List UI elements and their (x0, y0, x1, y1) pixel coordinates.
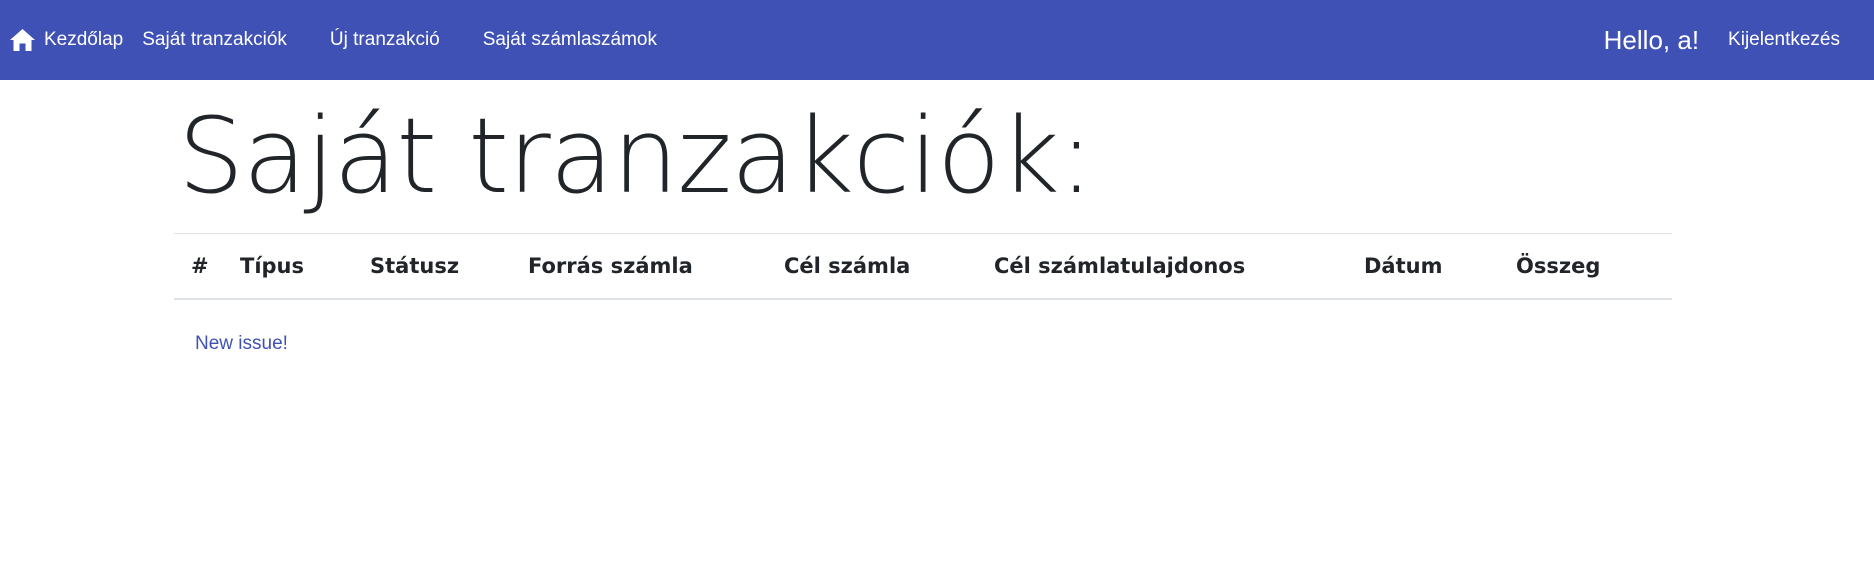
nav-left-group: Kezdőlap Saját tranzakciók Új tranzakció… (0, 0, 657, 80)
nav-link-new-transaction[interactable]: Új tranzakció (330, 29, 440, 51)
column-header-date: Dátum (1364, 233, 1516, 300)
column-header-type: Típus (240, 233, 370, 300)
home-link[interactable]: Kezdőlap (9, 28, 123, 52)
header-row: # Típus Státusz Forrás számla Cél számla… (174, 233, 1672, 300)
top-navbar: Kezdőlap Saját tranzakciók Új tranzakció… (0, 0, 1874, 80)
column-header-number: # (174, 233, 240, 300)
new-issue-link[interactable]: New issue! (195, 333, 288, 355)
column-header-target-account: Cél számla (784, 233, 994, 300)
user-greeting: Hello, a! (1603, 24, 1700, 55)
logout-link[interactable]: Kijelentkezés (1728, 29, 1840, 51)
column-header-status: Státusz (370, 233, 528, 300)
page-title: Saját tranzakciók: (178, 95, 1094, 217)
home-link-label: Kezdőlap (44, 29, 124, 50)
nav-link-my-transactions[interactable]: Saját tranzakciók (142, 29, 287, 51)
column-header-source-account: Forrás számla (528, 233, 784, 300)
nav-link-my-account-numbers[interactable]: Saját számlaszámok (483, 29, 657, 51)
nav-right-group: Hello, a! Kijelentkezés (1604, 0, 1874, 80)
column-header-target-owner: Cél számlatulajdonos (994, 233, 1364, 300)
column-header-amount: Összeg (1516, 233, 1672, 300)
transactions-table: # Típus Státusz Forrás számla Cél számla… (174, 233, 1672, 300)
table-header: # Típus Státusz Forrás számla Cél számla… (174, 233, 1672, 300)
transactions-table-wrapper: # Típus Státusz Forrás számla Cél számla… (174, 233, 1672, 300)
home-icon (9, 28, 36, 52)
